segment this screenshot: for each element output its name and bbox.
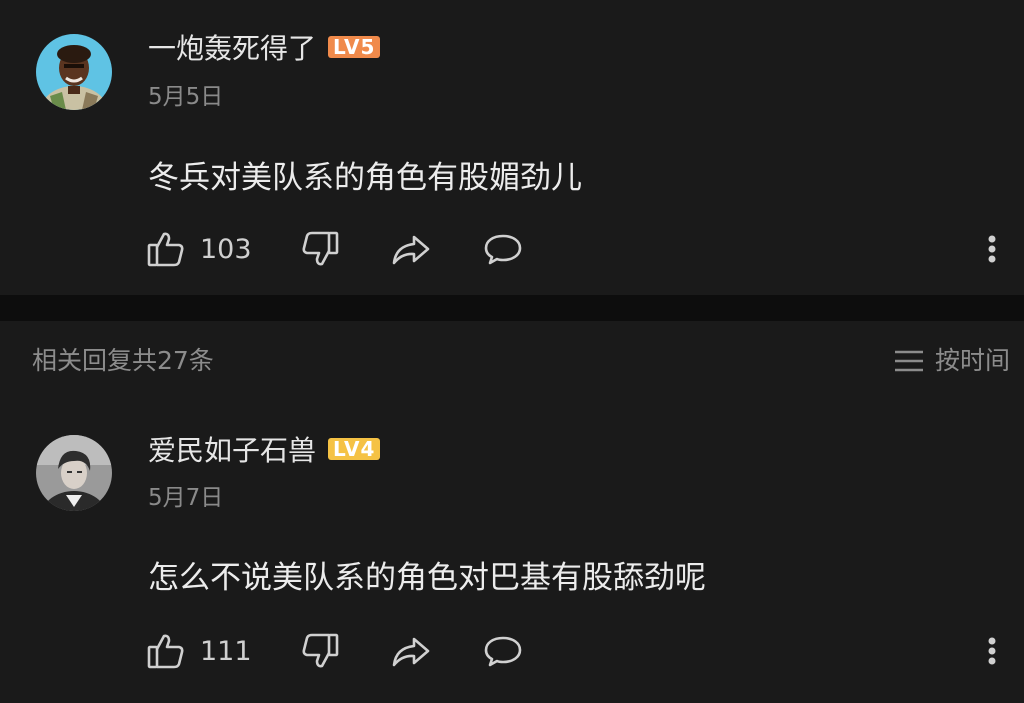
dislike-button[interactable] bbox=[300, 224, 340, 274]
more-options-button[interactable] bbox=[978, 224, 1006, 274]
comment-date: 5月7日 bbox=[148, 485, 224, 511]
avatar[interactable] bbox=[36, 435, 112, 511]
comment-text: 冬兵对美队系的角色有股媚劲儿 bbox=[148, 160, 582, 196]
vertical-dots-icon bbox=[988, 637, 996, 665]
comment-item: 一炮轰死得了 LV5 5月5日 冬兵对美队系的角色有股媚劲儿 103 bbox=[0, 0, 1024, 295]
sort-label: 按时间 bbox=[934, 346, 1010, 375]
thumbs-up-icon bbox=[147, 634, 184, 669]
avatar[interactable] bbox=[36, 34, 112, 110]
share-arrow-icon bbox=[392, 235, 430, 265]
dislike-button[interactable] bbox=[300, 626, 340, 676]
like-count: 111 bbox=[200, 635, 252, 667]
comment-actions: 103 bbox=[0, 224, 1024, 274]
username[interactable]: 一炮轰死得了 LV5 bbox=[148, 32, 381, 66]
share-button[interactable] bbox=[390, 626, 432, 676]
share-button[interactable] bbox=[390, 224, 432, 274]
replies-header: 相关回复共27条 按时间 bbox=[0, 321, 1024, 401]
speech-bubble-icon bbox=[484, 234, 522, 265]
thumbs-up-icon bbox=[147, 232, 184, 267]
username[interactable]: 爱民如子石兽 LV4 bbox=[148, 434, 381, 468]
share-arrow-icon bbox=[392, 637, 430, 667]
like-count: 103 bbox=[200, 233, 252, 265]
hamburger-lines-icon bbox=[894, 350, 923, 372]
reply-button[interactable] bbox=[482, 626, 524, 676]
comment-actions: 111 bbox=[0, 626, 1024, 676]
username-text: 一炮轰死得了 bbox=[148, 32, 317, 65]
speech-bubble-icon bbox=[484, 636, 522, 667]
replies-count: 相关回复共27条 bbox=[32, 346, 214, 375]
comment-date: 5月5日 bbox=[148, 84, 224, 110]
like-button[interactable]: 111 bbox=[146, 626, 252, 676]
thumbs-down-icon bbox=[302, 633, 339, 668]
vertical-dots-icon bbox=[988, 235, 996, 263]
comment-item: 爱民如子石兽 LV4 5月7日 怎么不说美队系的角色对巴基有股舔劲呢 111 bbox=[0, 400, 1024, 700]
level-badge: LV4 bbox=[328, 438, 381, 460]
reply-button[interactable] bbox=[482, 224, 524, 274]
section-divider bbox=[0, 295, 1024, 321]
like-button[interactable]: 103 bbox=[146, 224, 252, 274]
comment-text: 怎么不说美队系的角色对巴基有股舔劲呢 bbox=[148, 560, 706, 596]
sort-button[interactable]: 按时间 bbox=[893, 345, 1010, 377]
more-options-button[interactable] bbox=[978, 626, 1006, 676]
username-text: 爱民如子石兽 bbox=[148, 434, 317, 467]
thumbs-down-icon bbox=[302, 231, 339, 266]
level-badge: LV5 bbox=[328, 36, 381, 58]
